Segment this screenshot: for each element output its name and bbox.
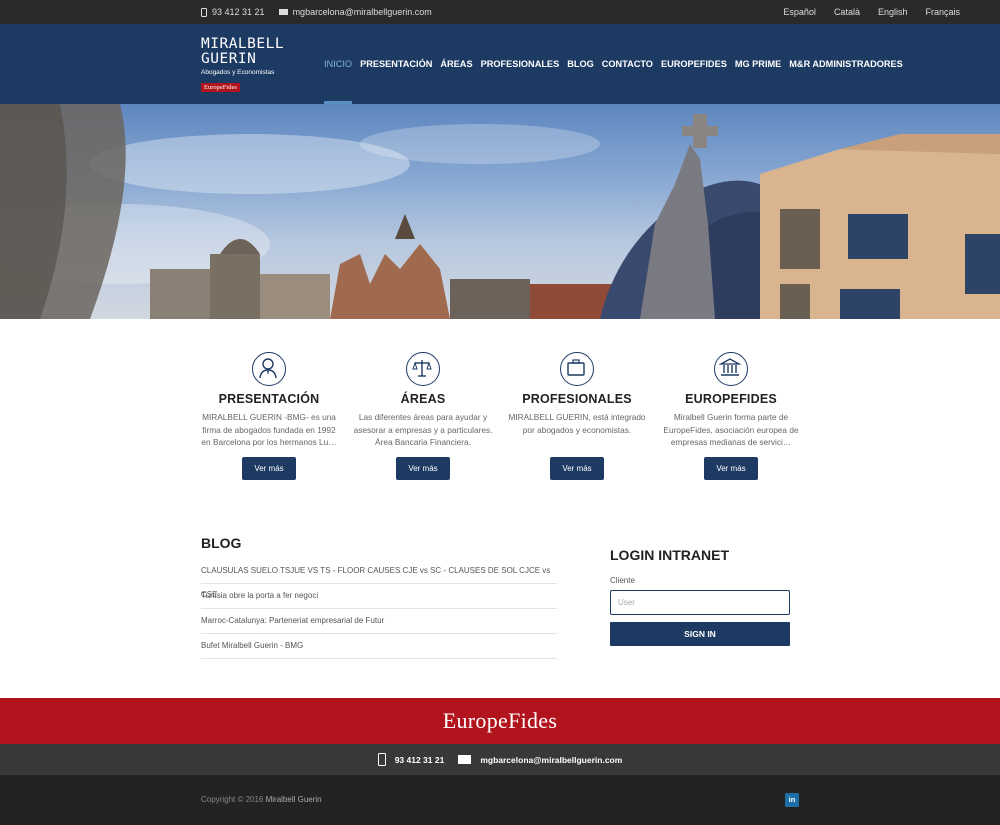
top-contact: 93 412 31 21 mgbarcelona@miralbellguerin… (201, 0, 442, 24)
footer-phone-text: 93 412 31 21 (394, 754, 445, 765)
language-selector: Español Català English Français (783, 0, 960, 24)
login-intranet: LOGIN INTRANET Cliente User SIGN IN (610, 547, 790, 646)
nav-profesionales[interactable]: PROFESIONALES (481, 24, 560, 104)
feature-title: ÁREAS (400, 392, 446, 406)
footer-email[interactable]: mgbarcelona@miralbellguerin.com (458, 755, 622, 765)
logo-line2: GUERIN (201, 51, 257, 67)
site-header: MIRALBELL GUERIN Abogados y Economistas … (0, 24, 1000, 104)
blog-post-link[interactable]: Bufet Miralbell Guerin - BMG (201, 634, 557, 659)
phone-icon (201, 7, 207, 17)
lang-fr[interactable]: Français (925, 7, 960, 17)
footer-contact: 93 412 31 21 mgbarcelona@miralbellguerin… (0, 744, 1000, 775)
footer-phone[interactable]: 93 412 31 21 (377, 753, 445, 766)
mail-icon (278, 9, 288, 15)
feature-profesionales: PROFESIONALES MIRALBELL GUERIN, está int… (507, 352, 647, 480)
blog-title: BLOG (201, 535, 242, 551)
lang-en[interactable]: English (878, 7, 908, 17)
blog-post-link[interactable]: Tunísia obre la porta a fer negoci (201, 584, 557, 609)
feature-title: PROFESIONALES (522, 392, 632, 406)
linkedin-icon[interactable]: in (785, 793, 799, 807)
client-label: Cliente (610, 576, 635, 585)
feature-europefides: EUROPEFIDES Miralbell Guerin forma parte… (661, 352, 801, 480)
feature-areas: ÁREAS Las diferentes áreas para ayudar y… (353, 352, 493, 480)
hero-image (0, 104, 1000, 319)
nav-areas[interactable]: ÁREAS (440, 24, 472, 104)
top-email[interactable]: mgbarcelona@miralbellguerin.com (278, 7, 432, 17)
features-section: PRESENTACIÓN MIRALBELL GUERIN -BMG- es u… (191, 352, 811, 492)
top-bar: 93 412 31 21 mgbarcelona@miralbellguerin… (0, 0, 1000, 24)
blog-post-link[interactable]: CLAUSULAS SUELO TSJUE VS TS - FLOOR CAUS… (201, 559, 557, 599)
feature-title: PRESENTACIÓN (218, 392, 320, 406)
feature-text: MIRALBELL GUERIN, está integrado por abo… (508, 412, 646, 435)
footer-email-text: mgbarcelona@miralbellguerin.com (480, 754, 623, 765)
mail-icon (458, 755, 472, 764)
logo-line1: MIRALBELL (201, 36, 285, 52)
lang-ca[interactable]: Català (834, 7, 860, 17)
ver-mas-button[interactable]: Ver más (242, 457, 296, 480)
main-nav: INICIO PRESENTACIÓN ÁREAS PROFESIONALES … (324, 24, 903, 104)
hero-illustration (0, 104, 1000, 319)
ver-mas-button[interactable]: Ver más (550, 457, 604, 480)
top-phone[interactable]: 93 412 31 21 (201, 7, 265, 17)
nav-mr-administradores[interactable]: M&R ADMINISTRADORES (789, 24, 902, 104)
nav-presentacion[interactable]: PRESENTACIÓN (360, 24, 432, 104)
briefcase-icon (560, 352, 594, 386)
site-logo[interactable]: MIRALBELL GUERIN Abogados y Economistas … (201, 37, 284, 94)
nav-contacto[interactable]: CONTACTO (602, 24, 653, 104)
blog-post-link[interactable]: Marroc-Catalunya: Parteneriat empresaria… (201, 609, 557, 634)
lang-es[interactable]: Español (783, 7, 816, 17)
feature-title: EUROPEFIDES (685, 392, 777, 406)
user-input[interactable]: User (610, 590, 790, 615)
nav-inicio[interactable]: INICIO (324, 24, 353, 104)
footer-brand-band: EuropeFides (0, 698, 1000, 744)
sign-in-button[interactable]: SIGN IN (610, 622, 790, 646)
ver-mas-button[interactable]: Ver más (704, 457, 758, 480)
nav-mg-prime[interactable]: MG PRIME (735, 24, 781, 104)
footer-bottom: Copyright © 2016 Miralbell Guerin in (0, 775, 1000, 825)
login-title: LOGIN INTRANET (610, 547, 729, 563)
phone-icon (377, 753, 386, 766)
copyright: Copyright © 2016 Miralbell Guerin (201, 795, 322, 804)
user-tie-icon (252, 352, 286, 386)
top-email-text: mgbarcelona@miralbellguerin.com (292, 7, 432, 17)
feature-presentacion: PRESENTACIÓN MIRALBELL GUERIN -BMG- es u… (199, 352, 339, 480)
blog-section: BLOG CLAUSULAS SUELO TSJUE VS TS - FLOOR… (201, 535, 557, 659)
feature-text: Las diferentes áreas para ayudar y aseso… (353, 412, 493, 447)
nav-europefides[interactable]: EUROPEFIDES (661, 24, 727, 104)
scales-icon (406, 352, 440, 386)
logo-badge: EuropeFides (201, 83, 240, 92)
ver-mas-button[interactable]: Ver más (396, 457, 450, 480)
copyright-text: Copyright © 2016 (201, 795, 264, 804)
nav-blog[interactable]: BLOG (567, 24, 594, 104)
feature-text: Miralbell Guerin forma parte de EuropeFi… (663, 412, 799, 447)
logo-tagline: Abogados y Economistas (201, 69, 275, 76)
europefides-logo[interactable]: EuropeFides (443, 708, 558, 733)
feature-text: MIRALBELL GUERIN -BMG- es una firma de a… (201, 412, 337, 447)
copyright-company[interactable]: Miralbell Guerin (266, 795, 322, 804)
top-phone-text: 93 412 31 21 (212, 7, 265, 17)
institution-icon (714, 352, 748, 386)
